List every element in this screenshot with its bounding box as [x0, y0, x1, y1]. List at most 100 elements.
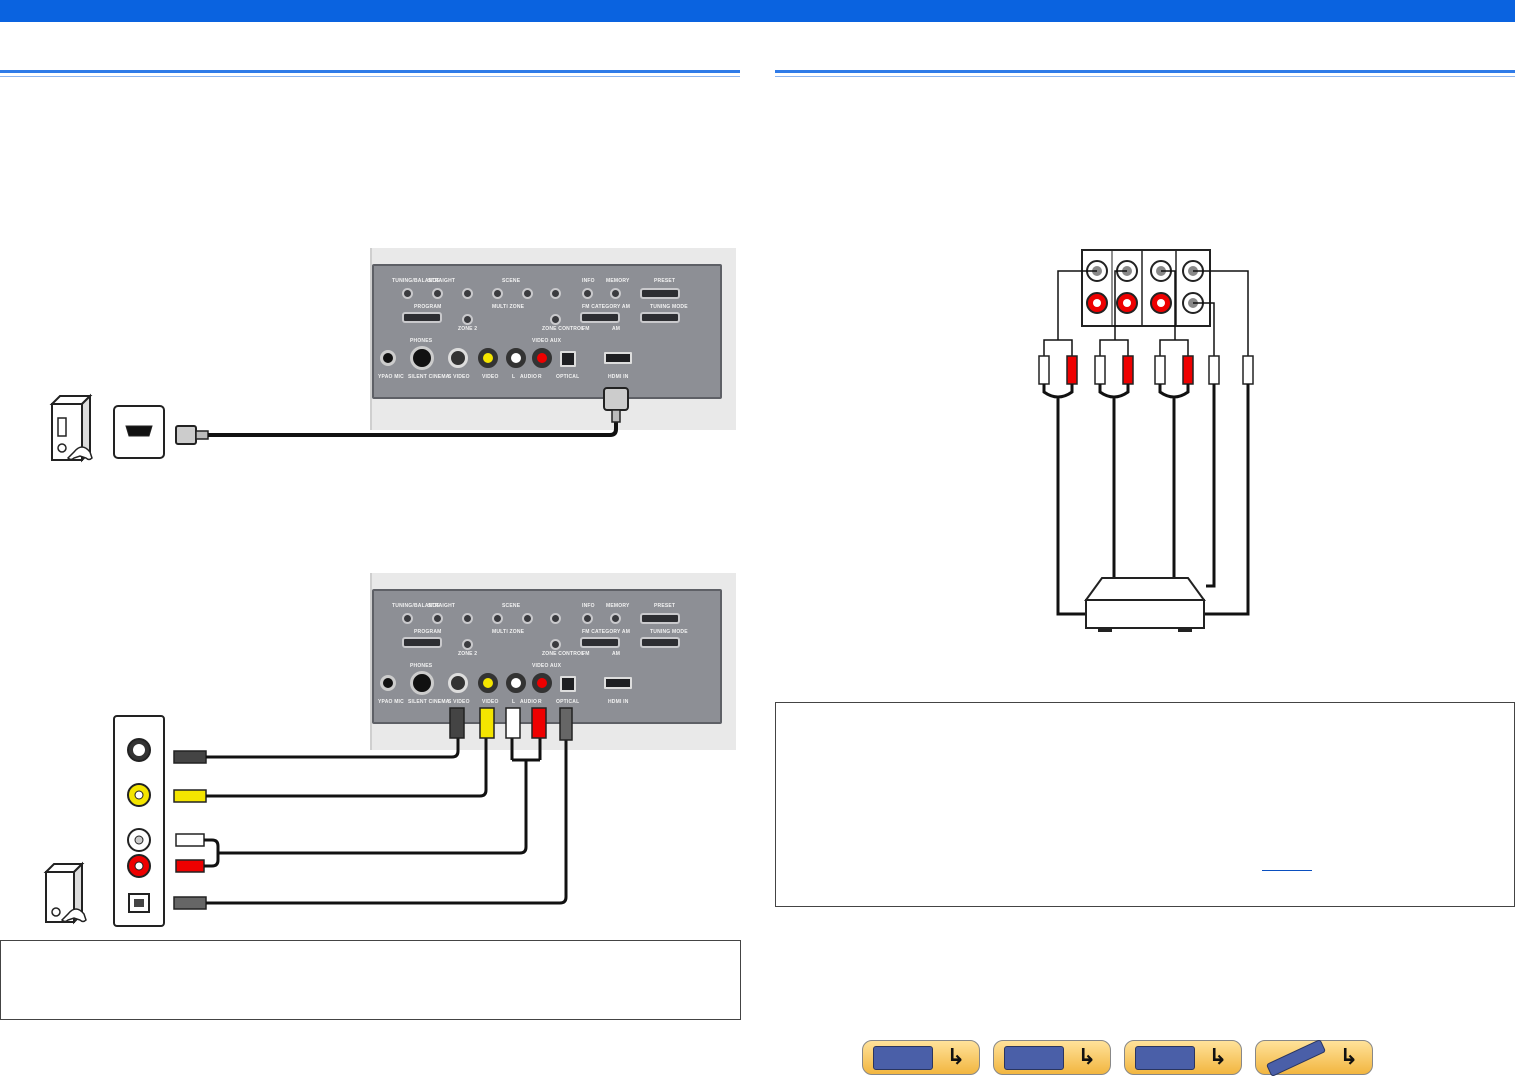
audio-l-jack-2 [506, 673, 526, 693]
memory-button[interactable] [610, 288, 621, 299]
scene-button-2b[interactable] [492, 613, 503, 624]
label-optical-2: OPTICAL [556, 699, 580, 705]
knob-tuning-2[interactable] [402, 613, 413, 624]
ypao-mic-jack [380, 350, 396, 366]
audio-l-plug-source [175, 833, 205, 847]
rear-cable-4 [1206, 384, 1216, 588]
preset-rocker-2[interactable] [640, 613, 680, 624]
label-program-2: PROGRAM [414, 629, 442, 635]
label-video: VIDEO [482, 374, 499, 380]
rear-cable-2 [1098, 384, 1130, 580]
scene-button-4[interactable] [550, 288, 561, 299]
source-audio-l-jack [127, 828, 151, 852]
label-optical: OPTICAL [556, 374, 580, 380]
scene-button-3[interactable] [522, 288, 533, 299]
label-scene: SCENE [502, 278, 521, 284]
display-icon [1135, 1046, 1195, 1070]
scene-button-1b[interactable] [462, 613, 473, 624]
receiver-front-panel-top: TUNING/BALANCE STRAIGHT SCENE INFO MEMOR… [370, 248, 736, 430]
label-phones: PHONES [410, 338, 433, 344]
program-rocker[interactable] [402, 312, 442, 323]
label-fm-2: FM [582, 651, 590, 657]
phones-jack-2 [410, 671, 434, 695]
label-preset: PRESET [654, 278, 676, 284]
note-box-right [775, 702, 1515, 907]
label-fm: FM [582, 326, 590, 332]
label-info-2: INFO [582, 603, 595, 609]
source-video-jack [127, 783, 151, 807]
tuning-mode-rocker[interactable] [640, 312, 680, 323]
label-zone2: ZONE 2 [458, 326, 478, 332]
front-panel-icon [873, 1046, 933, 1070]
optical-cable [206, 740, 568, 905]
zone2-button[interactable] [462, 314, 473, 325]
label-audio: AUDIO [520, 374, 538, 380]
label-memory: MEMORY [606, 278, 630, 284]
label-zone2-2: ZONE 2 [458, 651, 478, 657]
zone-control-button-2[interactable] [550, 639, 561, 650]
nav-front-panel-button[interactable]: ↳ [862, 1040, 980, 1075]
label-hdmi-in: HDMI IN [608, 374, 629, 380]
arrow-icon: ↳ [946, 1045, 965, 1070]
optical-port [560, 351, 576, 367]
category-rocker[interactable] [580, 312, 620, 323]
label-video-aux: VIDEO AUX [532, 338, 562, 344]
analog-connection-diagram [43, 707, 573, 927]
arrow-icon: ↳ [1077, 1045, 1096, 1070]
info-button[interactable] [582, 288, 593, 299]
rear-jack-white-3 [1150, 260, 1172, 282]
audio-r-jack [532, 348, 552, 368]
audio-cable [204, 738, 542, 868]
hdmi-connection-diagram [49, 387, 629, 463]
scene-button-2[interactable] [492, 288, 503, 299]
nav-rear-panel-button[interactable]: ↳ [993, 1040, 1111, 1075]
optical-port-2 [560, 676, 576, 692]
scene-button-4b[interactable] [550, 613, 561, 624]
label-r-2: R [538, 699, 542, 705]
phones-jack [410, 346, 434, 370]
label-video-aux-2: VIDEO AUX [532, 663, 562, 669]
zone2-button-2[interactable] [462, 639, 473, 650]
knob-tuning[interactable] [402, 288, 413, 299]
section-rule-left [0, 70, 740, 77]
label-tuning-mode: TUNING MODE [650, 304, 688, 310]
label-program: PROGRAM [414, 304, 442, 310]
knob-straight-2[interactable] [432, 613, 443, 624]
arrow-icon: ↳ [1339, 1045, 1358, 1070]
info-button-2[interactable] [582, 613, 593, 624]
program-rocker-2[interactable] [402, 637, 442, 648]
source-hdmi-box [113, 405, 165, 459]
knob-straight[interactable] [432, 288, 443, 299]
rca-plugs [1038, 355, 1254, 385]
external-device-icon [1084, 577, 1206, 632]
nav-display-button[interactable]: ↳ [1124, 1040, 1242, 1075]
label-am-2: AM [612, 651, 621, 657]
scene-button-1[interactable] [462, 288, 473, 299]
video-jack-yellow-2 [478, 673, 498, 693]
preset-rocker[interactable] [640, 288, 680, 299]
label-ypao-mic-2: YPAO MIC [378, 699, 404, 705]
receiver-face-2: TUNING/BALANCE STRAIGHT SCENE INFO MEMOR… [372, 589, 722, 724]
s-video-jack [448, 348, 468, 368]
arrow-icon: ↳ [1208, 1045, 1227, 1070]
label-phones-2: PHONES [410, 663, 433, 669]
audio-r-jack-2 [532, 673, 552, 693]
nav-remote-button[interactable]: ↳ [1255, 1038, 1373, 1077]
page-reference-link[interactable] [1262, 870, 1312, 871]
zone-control-button[interactable] [550, 314, 561, 325]
section-rule-right [775, 70, 1515, 77]
label-hdmi-in-2: HDMI IN [608, 699, 629, 705]
hdmi-plug-left [175, 425, 197, 445]
scene-button-3b[interactable] [522, 613, 533, 624]
rear-jack-red-2 [1116, 292, 1138, 314]
label-ypao-mic: YPAO MIC [378, 374, 404, 380]
tuning-mode-rocker-2[interactable] [640, 637, 680, 648]
rear-cable-1 [1042, 384, 1086, 616]
rear-jack-white-5 [1182, 292, 1204, 314]
rear-jack-white-1 [1086, 260, 1108, 282]
category-rocker-2[interactable] [580, 637, 620, 648]
rear-jack-red-3 [1150, 292, 1172, 314]
memory-button-2[interactable] [610, 613, 621, 624]
game-console-icon-2 [43, 861, 87, 925]
rear-cable-3 [1158, 384, 1190, 580]
